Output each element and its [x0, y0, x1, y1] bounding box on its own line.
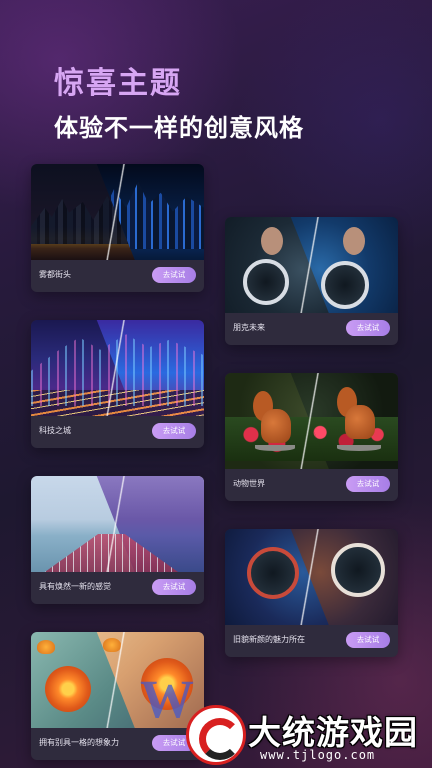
theme-card-punk-future[interactable]: 朋克未来 去试试 — [225, 217, 398, 345]
theme-caption: 旧貌新颜的魅力所在 — [233, 635, 305, 644]
theme-caption: 具有焕然一新的感觉 — [39, 582, 111, 591]
theme-card-tech-city[interactable]: 科技之城 去试试 — [31, 320, 204, 448]
watermark-brand: 大统游戏园 — [248, 713, 418, 752]
theme-caption: 拥有别具一格的想象力 — [39, 738, 119, 747]
theme-preview-image — [31, 476, 204, 572]
theme-caption: 动物世界 — [233, 479, 265, 488]
theme-card-animal-world[interactable]: 动物世界 去试试 — [225, 373, 398, 501]
try-button[interactable]: 去试试 — [152, 423, 196, 439]
try-button[interactable]: 去试试 — [152, 579, 196, 595]
theme-preview-image — [225, 217, 398, 313]
page-subtitle: 体验不一样的创意风格 — [54, 114, 304, 142]
theme-card-old-new[interactable]: 旧貌新颜的魅力所在 去试试 — [225, 529, 398, 657]
page-title: 惊喜主题 — [54, 66, 182, 101]
theme-preview-image — [225, 529, 398, 625]
theme-preview-image — [31, 164, 204, 260]
watermark-url: www.tjlogo.com — [260, 748, 376, 762]
theme-caption: 朋克未来 — [233, 323, 265, 332]
theme-card-foggy-street[interactable]: 雾都街头 去试试 — [31, 164, 204, 292]
theme-card-brand-new[interactable]: 具有焕然一新的感觉 去试试 — [31, 476, 204, 604]
try-button[interactable]: 去试试 — [152, 267, 196, 283]
theme-preview-image — [31, 320, 204, 416]
theme-preview-image — [225, 373, 398, 469]
try-button[interactable]: 去试试 — [346, 320, 390, 336]
try-button[interactable]: 去试试 — [346, 476, 390, 492]
try-button[interactable]: 去试试 — [346, 632, 390, 648]
watermark-logo-mark: W — [140, 669, 196, 729]
theme-caption: 雾都街头 — [39, 270, 71, 279]
watermark-logo-icon — [186, 705, 246, 765]
theme-caption: 科技之城 — [39, 426, 71, 435]
